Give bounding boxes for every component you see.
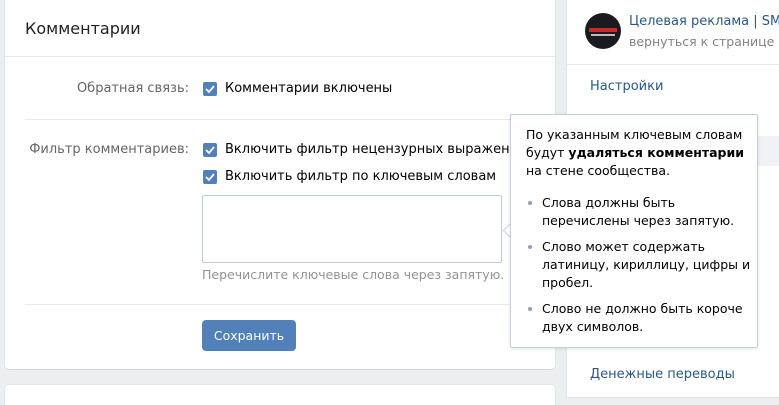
feedback-label: Обратная связь:	[76, 81, 189, 96]
list-item: Слово не должно быть короче двух символо…	[526, 300, 751, 336]
comments-enabled-label: Комментарии включены	[225, 81, 393, 96]
keywords-tooltip: По указанным ключевым словам будут удаля…	[510, 114, 758, 348]
panel-title: Комментарии	[5, 0, 555, 57]
keyword-filter-checkbox[interactable]: Включить фильтр по ключевым словам	[203, 169, 496, 184]
save-button[interactable]: Сохранить	[202, 320, 296, 351]
sidebar-item-money-transfers[interactable]: Денежные переводы	[590, 367, 735, 382]
filter-label: Фильтр комментариев:	[29, 142, 189, 157]
checkbox-checked-icon[interactable]	[203, 169, 217, 184]
rule-text: Слово не должно быть короче двух символо…	[542, 301, 743, 334]
bullet-icon	[528, 245, 532, 249]
comments-enabled-checkbox[interactable]: Комментарии включены	[203, 81, 392, 96]
avatar-logo-mark	[589, 28, 617, 32]
obscene-filter-checkbox[interactable]: Включить фильтр нецензурных выражений	[203, 142, 527, 157]
tooltip-rules-list: Слова должны быть перечислены через запя…	[526, 194, 751, 344]
sidebar-item-settings[interactable]: Настройки	[590, 79, 663, 94]
checkbox-checked-icon[interactable]	[203, 81, 217, 96]
tooltip-intro: По указанным ключевым словам будут удаля…	[526, 126, 748, 180]
next-panel-edge	[5, 385, 555, 405]
checkbox-checked-icon[interactable]	[203, 142, 217, 157]
bullet-icon	[528, 307, 532, 311]
obscene-filter-label: Включить фильтр нецензурных выражений	[225, 142, 527, 157]
group-header: Целевая реклама | SMM, ... вернуться к с…	[567, 0, 779, 65]
keyword-filter-label: Включить фильтр по ключевым словам	[225, 169, 497, 184]
keywords-textarea[interactable]	[202, 195, 502, 263]
rule-text: Слова должны быть перечислены через запя…	[542, 195, 735, 228]
rule-text: Слово может содержать латиницу, кириллиц…	[542, 239, 751, 290]
group-avatar[interactable]	[585, 13, 621, 49]
tooltip-intro-text-end: на стене сообщества.	[526, 163, 670, 178]
back-to-page-link[interactable]: вернуться к странице	[629, 34, 774, 49]
tooltip-intro-bold: удаляться комментарии	[568, 145, 744, 160]
comments-settings-panel: Комментарии Обратная связь: Комментарии …	[5, 0, 555, 369]
bullet-icon	[528, 201, 532, 205]
avatar-logo-subline	[591, 34, 615, 36]
list-item: Слово может содержать латиницу, кириллиц…	[526, 238, 751, 292]
list-item: Слова должны быть перечислены через запя…	[526, 194, 751, 230]
divider	[25, 119, 555, 120]
group-name-link[interactable]: Целевая реклама | SMM, ...	[629, 14, 779, 29]
keywords-hint: Перечислите ключевые слова через запятую…	[202, 267, 505, 282]
divider	[25, 304, 555, 305]
